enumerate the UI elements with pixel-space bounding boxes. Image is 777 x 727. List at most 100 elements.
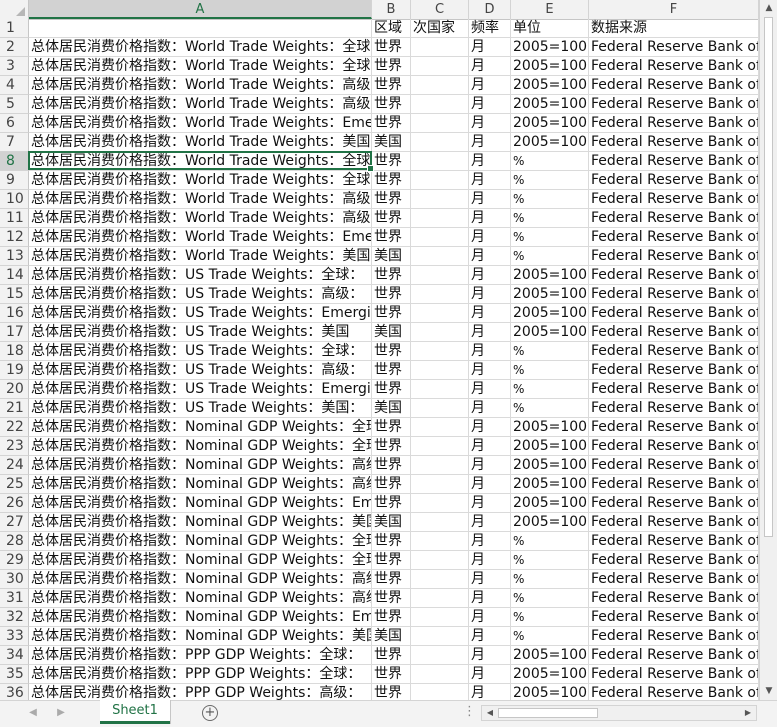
cell-f[interactable]: Federal Reserve Bank of Dallas — [589, 114, 759, 133]
row-number[interactable]: 17 — [0, 323, 29, 342]
cell-a[interactable]: 总体居民消费价格指数：Nominal GDP Weights：全球 — [29, 551, 372, 570]
cell-f[interactable]: Federal Reserve Bank of Dallas — [589, 266, 759, 285]
cell-e[interactable]: % — [511, 570, 589, 589]
row-number[interactable]: 25 — [0, 475, 29, 494]
cell-b[interactable]: 世界 — [372, 114, 411, 133]
cell-e[interactable]: 单位 — [511, 19, 589, 38]
cell-c[interactable] — [411, 171, 469, 190]
cell-d[interactable]: 月 — [469, 361, 511, 380]
cell-b[interactable]: 世界 — [372, 589, 411, 608]
cell-a[interactable]: 总体居民消费价格指数：US Trade Weights：全球： — [29, 266, 372, 285]
cell-c[interactable] — [411, 209, 469, 228]
cell-a[interactable]: 总体居民消费价格指数：Nominal GDP Weights：美国 — [29, 627, 372, 646]
cell-c[interactable] — [411, 266, 469, 285]
cell-a[interactable]: 总体居民消费价格指数：Nominal GDP Weights：全球 — [29, 418, 372, 437]
row-number[interactable]: 33 — [0, 627, 29, 646]
column-header-f[interactable]: F — [589, 0, 759, 19]
cell-d[interactable]: 月 — [469, 228, 511, 247]
cell-b[interactable]: 世界 — [372, 608, 411, 627]
row-number[interactable]: 21 — [0, 399, 29, 418]
cell-e[interactable]: 2005=100 — [511, 38, 589, 57]
cell-b[interactable]: 美国 — [372, 399, 411, 418]
cell-d[interactable]: 月 — [469, 589, 511, 608]
row-number[interactable]: 11 — [0, 209, 29, 228]
cell-e[interactable]: 2005=100 — [511, 133, 589, 152]
cell-e[interactable]: 2005=100 — [511, 323, 589, 342]
cell-c[interactable] — [411, 399, 469, 418]
row-number[interactable]: 20 — [0, 380, 29, 399]
cell-d[interactable]: 月 — [469, 456, 511, 475]
cell-c[interactable] — [411, 418, 469, 437]
cell-f[interactable]: Federal Reserve Bank of Dallas — [589, 399, 759, 418]
cell-a[interactable]: 总体居民消费价格指数：Nominal GDP Weights：全球 — [29, 532, 372, 551]
cell-f[interactable]: Federal Reserve Bank of Dallas — [589, 437, 759, 456]
cell-f[interactable]: Federal Reserve Bank of Dallas — [589, 190, 759, 209]
cell-f[interactable]: Federal Reserve Bank of Dallas — [589, 361, 759, 380]
cell-e[interactable]: % — [511, 627, 589, 646]
column-header-c[interactable]: C — [411, 0, 469, 19]
cell-d[interactable]: 月 — [469, 266, 511, 285]
cell-e[interactable]: % — [511, 152, 589, 171]
cell-d[interactable]: 月 — [469, 380, 511, 399]
cell-b[interactable]: 世界 — [372, 361, 411, 380]
cell-d[interactable]: 月 — [469, 475, 511, 494]
row-number[interactable]: 3 — [0, 57, 29, 76]
cell-d[interactable]: 月 — [469, 133, 511, 152]
cell-d[interactable]: 月 — [469, 513, 511, 532]
cell-b[interactable]: 世界 — [372, 570, 411, 589]
cell-f[interactable]: 数据来源 — [589, 19, 759, 38]
cell-a[interactable]: 总体居民消费价格指数：Nominal GDP Weights：高级 — [29, 570, 372, 589]
cell-a[interactable] — [29, 19, 372, 38]
row-number[interactable]: 12 — [0, 228, 29, 247]
cell-e[interactable]: 2005=100 — [511, 114, 589, 133]
cell-f[interactable]: Federal Reserve Bank of Dallas — [589, 133, 759, 152]
row-number[interactable]: 29 — [0, 551, 29, 570]
cell-c[interactable] — [411, 608, 469, 627]
cell-e[interactable]: % — [511, 209, 589, 228]
cell-c[interactable] — [411, 190, 469, 209]
row-number[interactable]: 15 — [0, 285, 29, 304]
next-sheet-arrow-icon[interactable]: ▶ — [54, 706, 68, 720]
cell-c[interactable] — [411, 342, 469, 361]
cell-e[interactable]: 2005=100 — [511, 266, 589, 285]
more-options-dots-icon[interactable]: ⋮ — [463, 704, 476, 719]
cell-c[interactable] — [411, 684, 469, 700]
cell-b[interactable]: 世界 — [372, 95, 411, 114]
cell-d[interactable]: 月 — [469, 646, 511, 665]
spreadsheet-grid[interactable]: ABCDEF 1 区域 次国家 频率 单位 数据来源 2 总体居民消费价格指数：World T… — [0, 0, 759, 700]
cell-d[interactable]: 月 — [469, 437, 511, 456]
cell-e[interactable]: 2005=100 — [511, 418, 589, 437]
row-number[interactable]: 7 — [0, 133, 29, 152]
row-number[interactable]: 4 — [0, 76, 29, 95]
cell-e[interactable]: % — [511, 608, 589, 627]
cell-c[interactable] — [411, 627, 469, 646]
cell-a[interactable]: 总体居民消费价格指数：World Trade Weights：全球 — [29, 38, 372, 57]
cell-e[interactable]: 2005=100 — [511, 513, 589, 532]
cell-b[interactable]: 世界 — [372, 304, 411, 323]
cell-c[interactable] — [411, 95, 469, 114]
cell-e[interactable]: % — [511, 532, 589, 551]
cell-d[interactable]: 月 — [469, 57, 511, 76]
cell-f[interactable]: Federal Reserve Bank of Dallas — [589, 589, 759, 608]
cell-d[interactable]: 月 — [469, 627, 511, 646]
scroll-down-arrow-icon[interactable]: ▼ — [763, 685, 775, 697]
cell-e[interactable]: % — [511, 399, 589, 418]
cell-f[interactable]: Federal Reserve Bank of Dallas — [589, 532, 759, 551]
add-sheet-icon[interactable]: + — [202, 705, 218, 721]
cell-a[interactable]: 总体居民消费价格指数：Nominal GDP Weights：全球 — [29, 437, 372, 456]
cell-d[interactable]: 月 — [469, 209, 511, 228]
cell-a[interactable]: 总体居民消费价格指数：US Trade Weights：Emerging — [29, 304, 372, 323]
cell-a[interactable]: 总体居民消费价格指数：US Trade Weights：美国： — [29, 399, 372, 418]
cell-e[interactable]: 2005=100 — [511, 456, 589, 475]
prev-sheet-arrow-icon[interactable]: ◀ — [26, 706, 40, 720]
cell-f[interactable]: Federal Reserve Bank of Dallas — [589, 380, 759, 399]
cell-e[interactable]: % — [511, 551, 589, 570]
cell-f[interactable]: Federal Reserve Bank of Dallas — [589, 494, 759, 513]
cell-b[interactable]: 世界 — [372, 551, 411, 570]
cell-c[interactable] — [411, 551, 469, 570]
cell-a[interactable]: 总体居民消费价格指数：World Trade Weights：全球 — [29, 57, 372, 76]
cell-f[interactable]: Federal Reserve Bank of Dallas — [589, 304, 759, 323]
cell-d[interactable]: 月 — [469, 532, 511, 551]
cell-b[interactable]: 世界 — [372, 38, 411, 57]
cell-c[interactable] — [411, 285, 469, 304]
